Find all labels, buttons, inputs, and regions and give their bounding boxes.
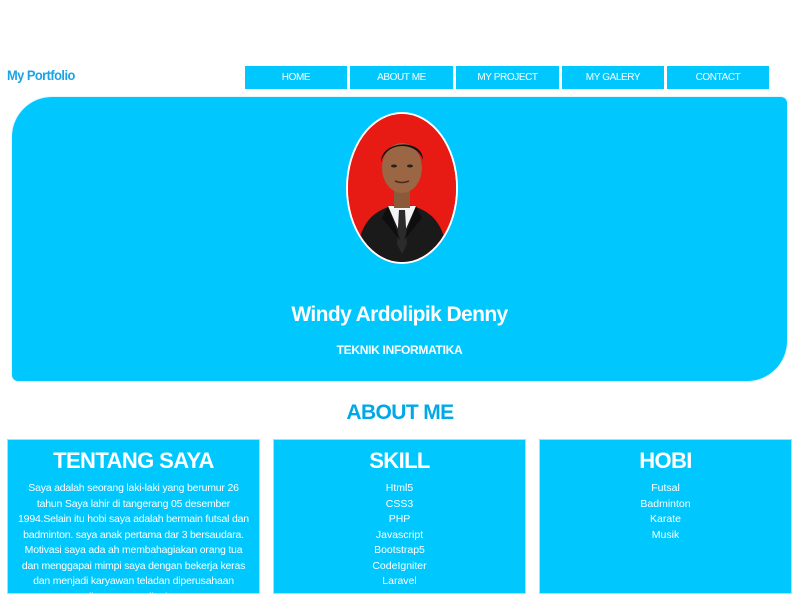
hobi-list: Futsal Badminton Karate Musik [540, 481, 791, 543]
nav-my-project[interactable]: MY PROJECT [456, 66, 559, 89]
hobi-item: Karate [650, 513, 681, 525]
skill-item: PHP [388, 513, 411, 525]
card-title-skill: SKILL [369, 448, 430, 473]
card-title-hobi: HOBI [639, 448, 692, 473]
about-me-heading: ABOUT ME [346, 401, 454, 424]
nav-my-galery[interactable]: MY GALERY [562, 66, 664, 89]
skill-list: Html5 CSS3 PHP Javascript Bootstrap5 Cod… [274, 481, 525, 590]
card-skill: SKILL Html5 CSS3 PHP Javascript Bootstra… [273, 439, 526, 594]
person-portrait-icon [348, 114, 456, 262]
profile-photo [346, 112, 458, 264]
skill-item: Html5 [385, 482, 414, 494]
card-title-tentang: TENTANG SAYA [53, 448, 214, 473]
hobi-item: Badminton [640, 497, 691, 510]
card-hobi: HOBI Futsal Badminton Karate Musik [539, 439, 792, 594]
skill-item: Javascript [375, 528, 424, 541]
skill-item: CSS3 [385, 497, 414, 510]
card-tentang-saya: TENTANG SAYA Saya adalah seorang laki-la… [7, 439, 260, 603]
hero-banner: Windy Ardolipik Denny TEKNIK INFORMATIKA [12, 97, 787, 381]
profile-name: Windy Ardolipik Denny [291, 303, 508, 326]
hobi-item: Futsal [651, 482, 680, 494]
hobi-item: Musik [651, 528, 680, 541]
skill-item: Laravel [382, 575, 417, 587]
nav-contact[interactable]: CONTACT [667, 66, 769, 89]
brand-logo[interactable]: My Portfolio [7, 67, 75, 83]
nav-home[interactable]: HOME [245, 66, 347, 89]
main-nav: HOME ABOUT ME MY PROJECT MY GALERY CONTA… [245, 66, 769, 89]
card-text-tentang: Saya adalah seorang laki-laki yang berum… [18, 482, 249, 603]
skill-item: Bootstrap5 [374, 544, 425, 556]
skill-item: CodeIgniter [372, 559, 427, 572]
profile-major: TEKNIK INFORMATIKA [336, 343, 463, 357]
nav-about-me[interactable]: ABOUT ME [350, 66, 453, 89]
